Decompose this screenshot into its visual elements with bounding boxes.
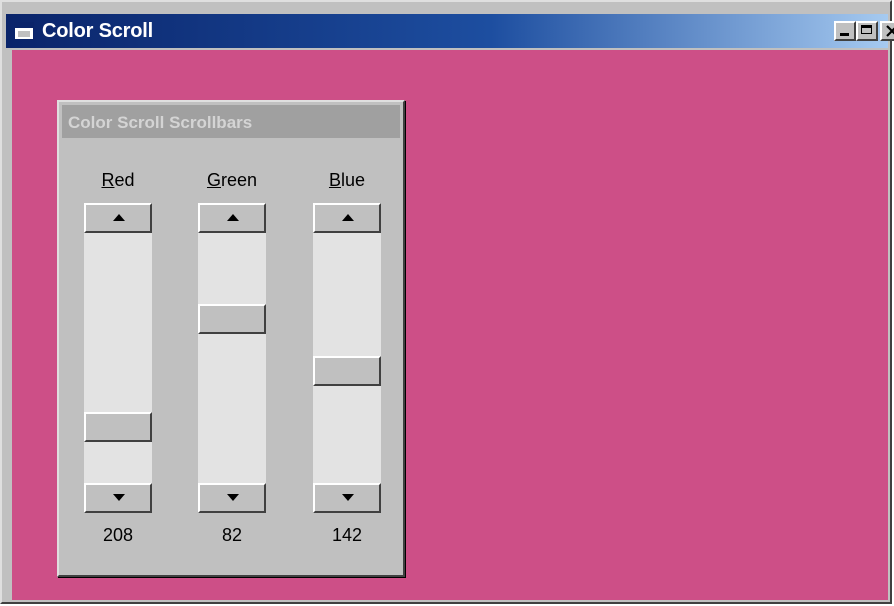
green-label-accel: G: [206, 170, 221, 190]
maximize-button[interactable]: [856, 21, 878, 41]
main-window: Color Scroll Color Scroll Scrollbars Red: [0, 0, 894, 604]
down-arrow-icon: [113, 494, 125, 501]
app-window-icon[interactable]: [14, 22, 34, 40]
minimize-button[interactable]: [834, 21, 856, 41]
blue-label: Blue: [313, 170, 381, 191]
red-scroll-down-button[interactable]: [84, 483, 152, 513]
blue-value: 142: [331, 525, 363, 545]
title-bar[interactable]: Color Scroll: [6, 14, 894, 48]
red-label: Red: [84, 170, 152, 191]
red-scrollbar[interactable]: [84, 203, 152, 513]
green-scroll-thumb[interactable]: [198, 304, 266, 334]
up-arrow-icon: [113, 214, 125, 221]
blue-scroll-thumb[interactable]: [313, 356, 381, 386]
red-scroll-up-button[interactable]: [84, 203, 152, 233]
up-arrow-icon: [227, 214, 239, 221]
window-title: Color Scroll: [42, 20, 153, 42]
red-label-accel: R: [101, 170, 115, 190]
blue-label-rest: lue: [340, 170, 366, 190]
color-display-area: Color Scroll Scrollbars Red 208 Green 82…: [12, 50, 888, 600]
close-button[interactable]: [880, 21, 894, 41]
green-scrollbar[interactable]: [198, 203, 266, 513]
dialog-title: Color Scroll Scrollbars: [68, 113, 253, 132]
green-label-rest: reen: [220, 170, 258, 190]
red-value: 208: [102, 525, 134, 545]
dialog-title-bar[interactable]: Color Scroll Scrollbars: [62, 105, 400, 138]
blue-label-accel: B: [328, 170, 341, 190]
blue-scroll-down-button[interactable]: [313, 483, 381, 513]
green-scroll-up-button[interactable]: [198, 203, 266, 233]
green-value: 82: [221, 525, 243, 545]
green-scroll-down-button[interactable]: [198, 483, 266, 513]
close-icon: [886, 25, 894, 37]
red-label-rest: ed: [114, 170, 135, 190]
blue-scrollbar[interactable]: [313, 203, 381, 513]
red-scroll-thumb[interactable]: [84, 412, 152, 442]
down-arrow-icon: [342, 494, 354, 501]
blue-scroll-up-button[interactable]: [313, 203, 381, 233]
scrollbars-dialog: Color Scroll Scrollbars Red 208 Green 82…: [57, 100, 405, 577]
down-arrow-icon: [227, 494, 239, 501]
up-arrow-icon: [342, 214, 354, 221]
green-label: Green: [198, 170, 266, 191]
